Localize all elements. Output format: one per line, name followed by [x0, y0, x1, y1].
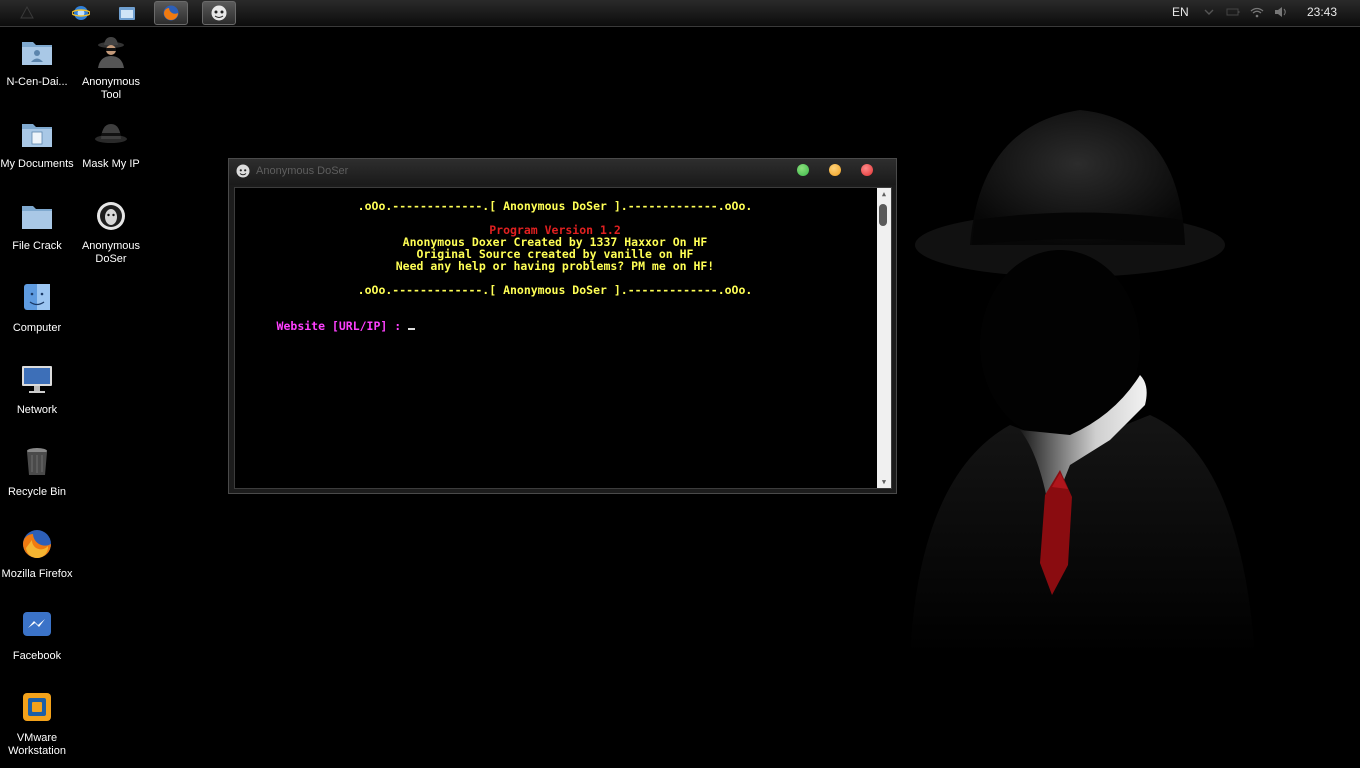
- monitor-icon: [22, 366, 52, 393]
- desktop-icon-vmware-workstation[interactable]: VMware Workstation: [0, 692, 74, 758]
- desktop-icon-label: Anonymous DoSer: [81, 240, 141, 265]
- anonymous-mask-icon: [97, 202, 125, 230]
- desktop-icon-label: Mozilla Firefox: [1, 568, 73, 580]
- window-title: Anonymous DoSer: [256, 165, 349, 177]
- user-folder-icon: [22, 42, 52, 65]
- file-explorer-icon: [119, 7, 135, 20]
- desktop-icon-facebook[interactable]: Facebook: [0, 610, 74, 663]
- console-output[interactable]: .oOo.-------------.[ Anonymous DoSer ].-…: [234, 187, 892, 489]
- start-orb-icon: [20, 5, 34, 19]
- scroll-down-arrow-icon[interactable]: ▼: [877, 478, 891, 486]
- console-scrollbar[interactable]: ▲ ▼: [877, 188, 891, 488]
- minimize-button[interactable]: [829, 164, 841, 176]
- desktop-icon-file-crack[interactable]: File Crack: [0, 200, 74, 253]
- desktop-icon-mozilla-firefox[interactable]: Mozilla Firefox: [0, 528, 74, 581]
- taskbar: EN 23:43: [0, 0, 1360, 27]
- desktop-icon-label: Recycle Bin: [7, 486, 67, 498]
- start-button[interactable]: [10, 1, 44, 25]
- desktop-icon-label: Anonymous Tool: [81, 76, 141, 101]
- desktop-icon-my-documents[interactable]: My Documents: [0, 118, 74, 171]
- desktop-icon-user-folder[interactable]: N-Cen-Dai...: [0, 36, 74, 89]
- chevron-down-icon[interactable]: [1202, 6, 1216, 18]
- text-cursor: [408, 328, 416, 330]
- vmware-icon: [23, 693, 51, 721]
- volume-icon[interactable]: [1274, 6, 1288, 18]
- folder-icon: [22, 206, 52, 229]
- desktop-icon-mask-my-ip[interactable]: Mask My IP: [74, 118, 148, 171]
- battery-icon[interactable]: [1226, 6, 1240, 18]
- scrollbar-thumb[interactable]: [879, 204, 887, 226]
- desktop-icon-recycle-bin[interactable]: Recycle Bin: [0, 446, 74, 499]
- firefox-icon: [23, 530, 51, 559]
- spy-man-icon: [98, 37, 124, 68]
- desktop-icon-label: Mask My IP: [82, 158, 140, 170]
- desktop-icon-label: Network: [16, 404, 58, 416]
- window-title-bar[interactable]: Anonymous DoSer: [229, 159, 896, 185]
- trash-icon: [27, 448, 47, 475]
- documents-folder-icon: [22, 124, 52, 147]
- doser-console-window[interactable]: Anonymous DoSer .oOo.-------------.[ Ano…: [228, 158, 897, 494]
- console-banner-bottom: .oOo.-------------.[ Anonymous DoSer ].-…: [357, 283, 753, 297]
- console-prompt-line[interactable]: Website [URL/IP] :: [235, 308, 416, 344]
- clock[interactable]: 23:43: [1307, 5, 1337, 19]
- anonymous-mask-icon: [211, 5, 227, 21]
- console-prompt: Website [URL/IP] :: [276, 319, 409, 333]
- firefox-icon: [163, 5, 179, 21]
- ie-browser-icon: [72, 6, 90, 20]
- desktop-icon-label: VMware Workstation: [8, 732, 66, 757]
- desktop-icon-computer[interactable]: Computer: [0, 282, 74, 335]
- taskbar-firefox-button[interactable]: [154, 1, 188, 25]
- anonymous-mask-icon: [236, 164, 250, 178]
- finder-icon: [24, 284, 50, 310]
- desktop-icon-anonymous-tool[interactable]: Anonymous Tool: [74, 36, 148, 102]
- desktop-icon-label: My Documents: [0, 158, 74, 170]
- desktop-icon-label: Computer: [12, 322, 62, 334]
- taskbar-explorer-button[interactable]: [110, 1, 144, 25]
- taskbar-doser-button[interactable]: [202, 1, 236, 25]
- desktop-icon-network[interactable]: Network: [0, 364, 74, 417]
- desktop-icon-label: N-Cen-Dai...: [6, 76, 68, 88]
- wallpaper-anonymous-figure: [910, 110, 1255, 655]
- console-banner-top: .oOo.-------------.[ Anonymous DoSer ].-…: [357, 199, 753, 213]
- scroll-up-arrow-icon[interactable]: ▲: [877, 190, 891, 198]
- desktop-icon-label: File Crack: [12, 240, 62, 252]
- messenger-icon: [23, 612, 51, 636]
- fedora-hat-icon: [95, 124, 127, 143]
- language-indicator[interactable]: EN: [1172, 5, 1189, 19]
- taskbar-ie-button[interactable]: [64, 1, 98, 25]
- close-button[interactable]: [861, 164, 873, 176]
- desktop-icon-anonymous-doser[interactable]: Anonymous DoSer: [74, 200, 148, 266]
- desktop-icon-label: Facebook: [12, 650, 62, 662]
- console-help-line: Need any help or having problems? PM me …: [395, 259, 715, 273]
- wifi-icon[interactable]: [1250, 6, 1264, 18]
- maximize-button[interactable]: [797, 164, 809, 176]
